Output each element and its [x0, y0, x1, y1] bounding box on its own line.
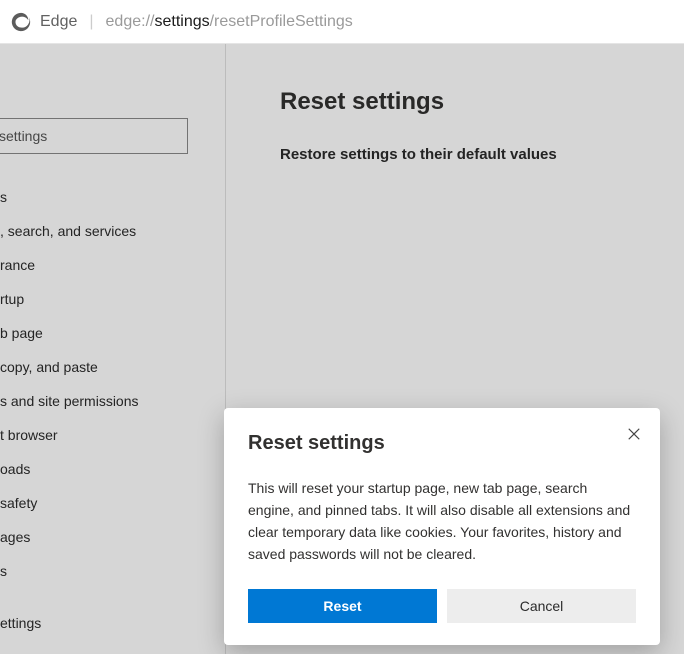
close-icon[interactable] — [620, 420, 648, 448]
dialog-buttons: Reset Cancel — [248, 589, 636, 623]
url-bold: settings — [154, 13, 209, 30]
cancel-button[interactable]: Cancel — [447, 589, 636, 623]
reset-settings-dialog: Reset settings This will reset your star… — [224, 408, 660, 645]
url-prefix: edge:// — [106, 13, 155, 30]
url-text[interactable]: edge://settings/resetProfileSettings — [106, 13, 353, 31]
app-label: Edge — [40, 13, 77, 31]
reset-button[interactable]: Reset — [248, 589, 437, 623]
address-bar: Edge | edge://settings/resetProfileSetti… — [0, 0, 684, 44]
dialog-body: This will reset your startup page, new t… — [248, 477, 636, 565]
address-separator: | — [89, 13, 93, 31]
dialog-title: Reset settings — [248, 432, 636, 455]
url-suffix: /resetProfileSettings — [210, 13, 353, 30]
edge-logo-icon — [10, 11, 32, 33]
